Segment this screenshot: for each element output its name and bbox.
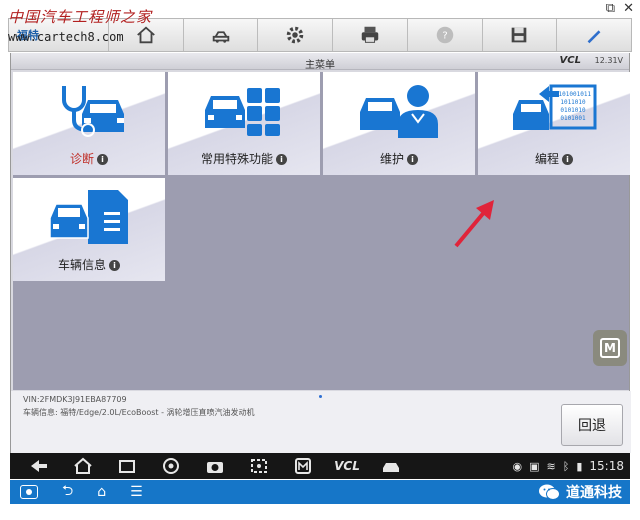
- battery-icon: ▮: [576, 459, 583, 473]
- stethoscope-car-icon: [62, 86, 124, 137]
- car-binary-icon: 0101001011 1011010 0101010 0101001: [513, 84, 597, 130]
- annotation-arrow-icon: [454, 200, 494, 248]
- eye-icon: ◉: [512, 459, 523, 473]
- nav-vcl-button[interactable]: VCL: [332, 453, 362, 479]
- vehicle-info-panel: VIN:2FMDK3J91EBA87709 车辆信息: 福特/Edge/2.0L…: [11, 391, 631, 453]
- m-icon: M: [600, 338, 620, 358]
- remote-app-icon[interactable]: [20, 485, 38, 499]
- nav-camera-button[interactable]: [200, 453, 230, 479]
- svg-text:?: ?: [442, 31, 447, 42]
- battery-voltage: 12.31V: [594, 56, 623, 65]
- sys-home-icon[interactable]: ⌂: [97, 484, 106, 500]
- wifi-icon: ≋: [546, 459, 556, 473]
- sys-menu-icon[interactable]: ☰: [130, 484, 143, 500]
- tile-label: 诊断 i: [13, 150, 165, 167]
- app-root: ⧉ ✕ 福特 ? 中国汽车工程师之家 www.cartech8.com 主菜单 …: [0, 0, 640, 520]
- camera-icon: [207, 462, 223, 473]
- vcl-status: VCL: [559, 55, 581, 66]
- restore-icon[interactable]: ⧉: [606, 1, 615, 16]
- tile-label: 常用特殊功能 i: [168, 150, 320, 167]
- edit-icon: [587, 30, 601, 44]
- home-icon: [137, 26, 155, 44]
- toolbar-save-button[interactable]: [483, 19, 558, 51]
- toolbar-help-button[interactable]: ?: [408, 19, 483, 51]
- save-icon: [512, 27, 527, 43]
- close-icon[interactable]: ✕: [623, 1, 634, 16]
- nav-browser-button[interactable]: [156, 453, 186, 479]
- toolbar-print-button[interactable]: [333, 19, 408, 51]
- page-indicator-dot: [319, 395, 322, 398]
- info-icon[interactable]: i: [276, 154, 287, 165]
- tile-diagnosis[interactable]: 诊断 i: [13, 72, 165, 175]
- home-icon: [74, 457, 92, 474]
- toolbar-swap-button[interactable]: [184, 19, 259, 51]
- car-grid-icon: [205, 88, 280, 136]
- nav-screen-button[interactable]: [244, 453, 274, 479]
- main-screen: 主菜单 VCL 12.31V 诊断 i 常用特殊功能 i 维护 i 010100…: [10, 53, 631, 453]
- recent-apps-icon: [119, 460, 135, 473]
- svg-text:0101001011: 0101001011: [555, 91, 592, 98]
- back-arrow-icon: [31, 460, 47, 472]
- status-tray: ◉ ▣ ≋ ᛒ ▮ 15:18: [513, 453, 625, 479]
- m-app-icon: [295, 458, 311, 474]
- browser-icon: [163, 458, 179, 474]
- android-nav-bar: VCL ◉ ▣ ≋ ᛒ ▮ 15:18: [10, 453, 630, 479]
- tile-special-functions[interactable]: 常用特殊功能 i: [168, 72, 320, 175]
- system-bar: ⮌ ⌂ ☰: [10, 480, 630, 504]
- vcl-icon: VCL: [334, 459, 360, 473]
- bluetooth-icon: ᛒ: [562, 459, 570, 473]
- vehicle-info-text: 车辆信息: 福特/Edge/2.0L/EcoBoost - 涡轮增压直喷汽油发动…: [23, 408, 255, 417]
- watermark-url: www.cartech8.com: [8, 30, 124, 44]
- info-icon[interactable]: i: [97, 154, 108, 165]
- svg-text:1011010: 1011010: [560, 99, 586, 106]
- toolbar-settings-button[interactable]: [258, 19, 334, 51]
- title-bar: 主菜单 VCL 12.31V: [11, 53, 629, 71]
- info-icon[interactable]: i: [407, 154, 418, 165]
- sys-back-icon[interactable]: ⮌: [62, 480, 73, 504]
- svg-text:0101010: 0101010: [560, 107, 586, 114]
- tile-label: 编程 i: [478, 150, 630, 167]
- window-controls: ⧉ ✕: [606, 0, 634, 16]
- wechat-icon: [539, 484, 560, 500]
- nav-back-button[interactable]: [24, 453, 54, 479]
- page-title: 主菜单: [305, 60, 335, 71]
- info-icon[interactable]: i: [109, 260, 120, 271]
- back-button[interactable]: 回退: [561, 404, 623, 446]
- vin-text: VIN:2FMDK3J91EBA87709: [23, 395, 127, 404]
- tile-label: 车辆信息 i: [13, 256, 165, 273]
- nav-m-button[interactable]: [288, 453, 318, 479]
- help-icon: ?: [436, 26, 453, 44]
- nav-car-button[interactable]: [376, 453, 406, 479]
- nav-recent-button[interactable]: [112, 453, 142, 479]
- nav-home-button[interactable]: [68, 453, 98, 479]
- tile-label: 维护 i: [323, 150, 475, 167]
- vehicle-swap-icon: [212, 31, 229, 43]
- tile-vehicle-info[interactable]: 车辆信息 i: [13, 178, 165, 281]
- info-icon[interactable]: i: [562, 154, 573, 165]
- tile-programming[interactable]: 0101001011 1011010 0101010 0101001 编程 i: [478, 72, 630, 175]
- m-floating-button[interactable]: M: [593, 330, 627, 366]
- wechat-account-name: 道通科技: [566, 485, 622, 501]
- screen-icon: [251, 459, 267, 473]
- menu-grid: 诊断 i 常用特殊功能 i 维护 i 0101001011 1011010 01…: [13, 72, 630, 390]
- tile-maintenance[interactable]: 维护 i: [323, 72, 475, 175]
- clock: 15:18: [589, 459, 624, 473]
- car-icon: [383, 463, 399, 472]
- toolbar-edit-button[interactable]: [557, 19, 631, 51]
- settings-icon: [287, 26, 304, 44]
- car-mechanic-icon: [360, 85, 438, 138]
- svg-text:0101001: 0101001: [560, 115, 586, 122]
- wechat-watermark: 道通科技: [538, 478, 622, 506]
- car-document-icon: [49, 190, 128, 244]
- watermark-cn: 中国汽车工程师之家: [8, 8, 153, 26]
- print-icon: [361, 26, 379, 43]
- screen-mirror-icon: ▣: [529, 459, 540, 473]
